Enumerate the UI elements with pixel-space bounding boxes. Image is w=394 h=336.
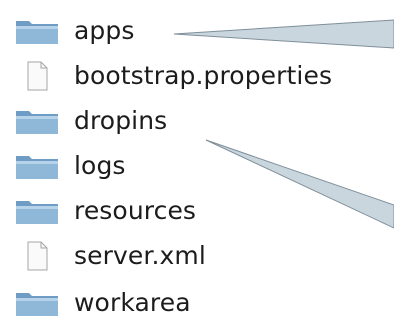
callout-connectors	[173, 19, 394, 229]
callout-pointer-dropins	[205, 139, 394, 229]
callout-pointer-apps	[173, 19, 394, 49]
